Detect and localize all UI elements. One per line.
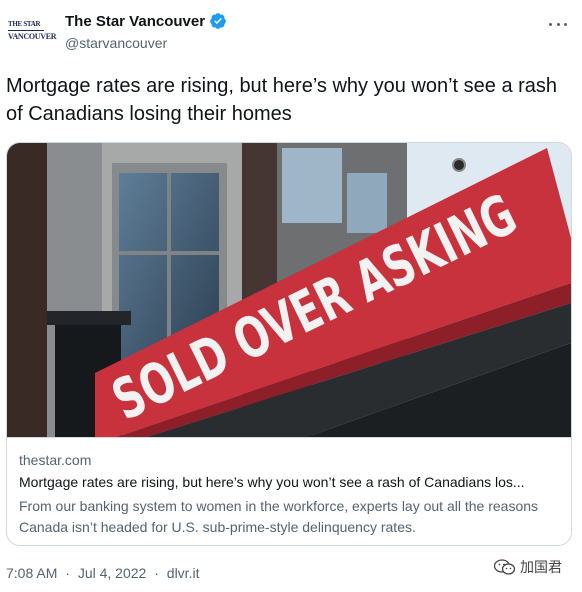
avatar-logo-line2: VANCOUVER	[8, 32, 57, 41]
watermark-text: 加国君	[520, 559, 562, 575]
tweet-time[interactable]: 7:08 AM	[6, 565, 57, 581]
avatar-logo-rule	[8, 30, 44, 31]
card-divider	[7, 437, 571, 438]
meta-separator: ·	[65, 565, 70, 581]
card-description[interactable]: From our banking system to women in the …	[19, 496, 559, 538]
name-row: The Star Vancouver	[65, 12, 227, 30]
tweet-text: Mortgage rates are rising, but here’s wh…	[6, 75, 558, 125]
card-image[interactable]: SOLD OVER ASKING	[7, 143, 571, 437]
wechat-icon	[494, 559, 516, 575]
verified-badge-icon	[210, 13, 226, 29]
link-card[interactable]: SOLD OVER ASKING thestar.com Mortgage ra…	[6, 142, 572, 546]
watermark: 加国君	[494, 555, 574, 579]
more-options-icon[interactable]	[546, 14, 570, 34]
card-domain[interactable]: thestar.com	[19, 452, 91, 468]
avatar[interactable]: THE STAR VANCOUVER	[8, 20, 57, 44]
tweet-source[interactable]: dlvr.it	[167, 565, 200, 581]
tweet-header: THE STAR VANCOUVER The Star Vancouver @s…	[0, 0, 582, 60]
tweet-date[interactable]: Jul 4, 2022	[78, 565, 147, 581]
avatar-logo-line1: THE STAR	[8, 20, 41, 28]
handle[interactable]: @starvancouver	[65, 35, 167, 51]
dot	[564, 22, 567, 26]
display-name[interactable]: The Star Vancouver	[65, 13, 205, 30]
dot	[549, 22, 552, 26]
dot	[556, 22, 560, 26]
card-title[interactable]: Mortgage rates are rising, but here’s wh…	[19, 474, 563, 490]
tweet-meta: 7:08 AM · Jul 4, 2022 · dlvr.it	[6, 565, 203, 581]
meta-separator: ·	[154, 565, 159, 581]
